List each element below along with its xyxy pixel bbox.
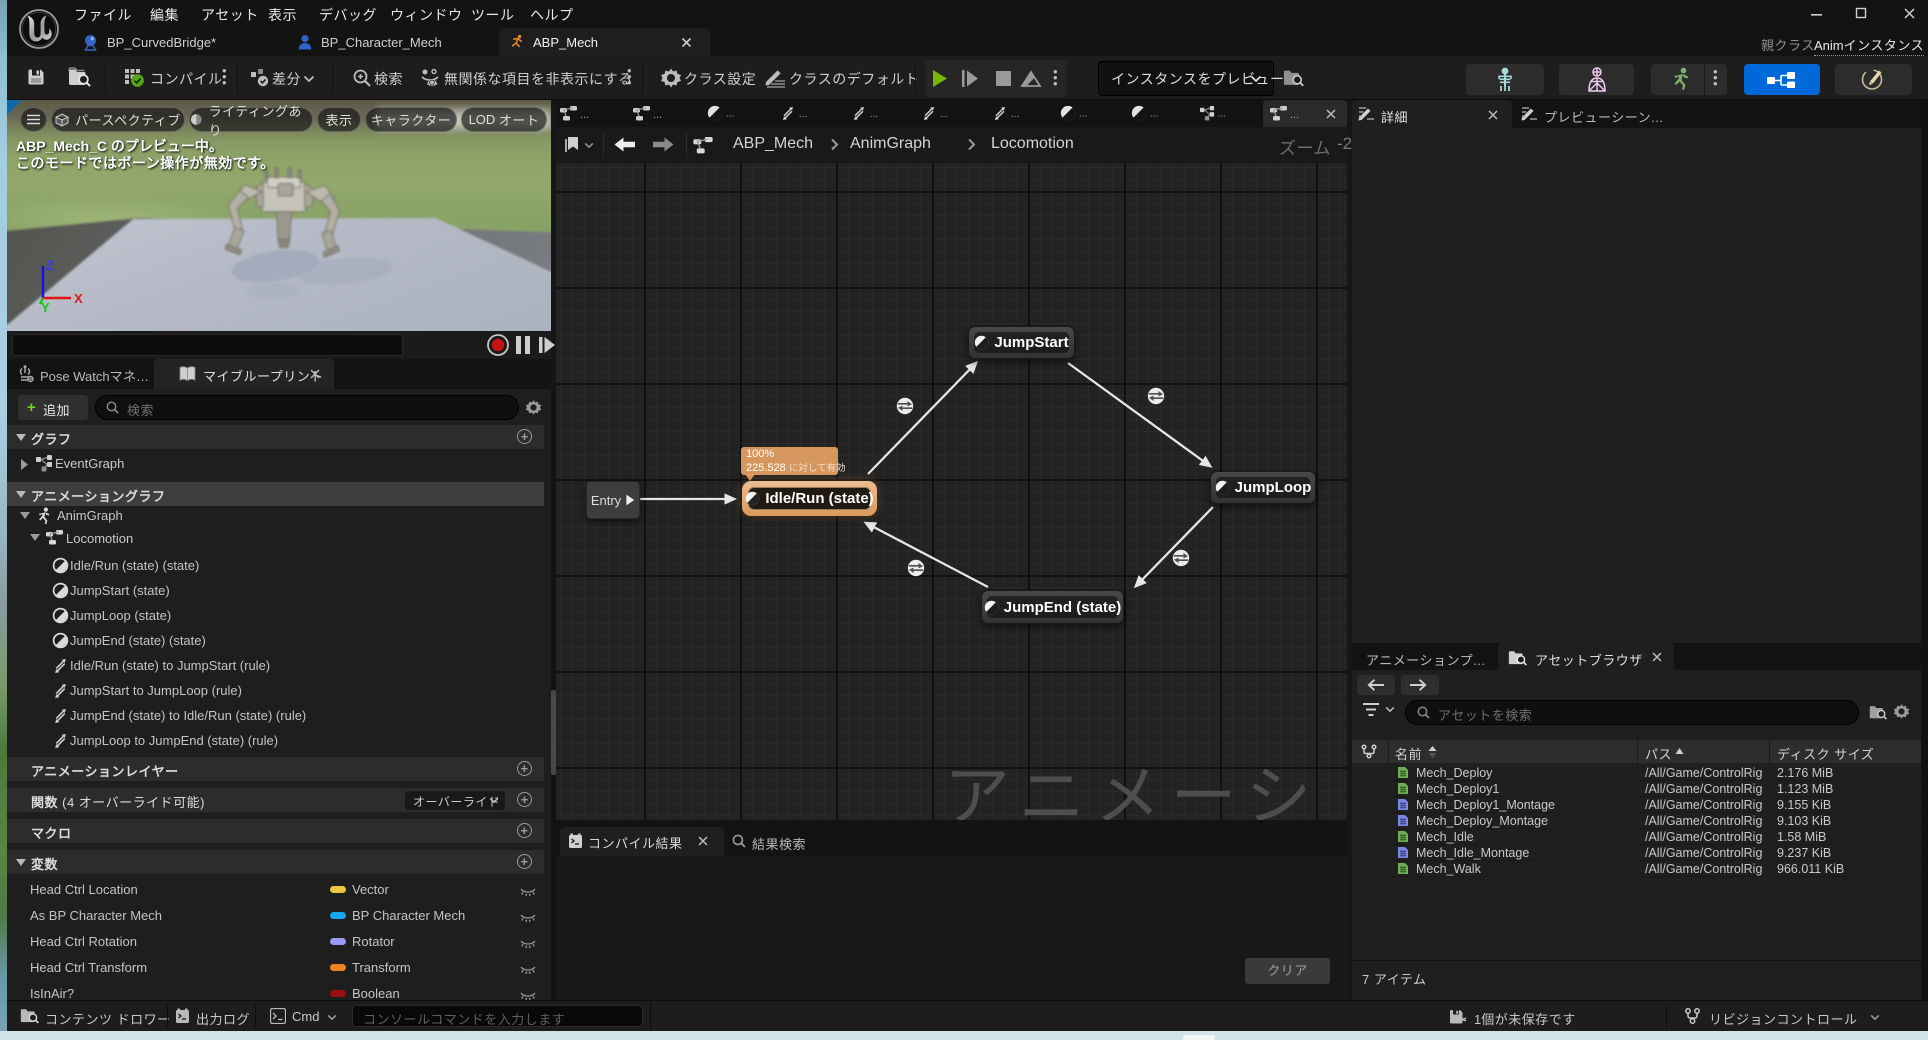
svg-text:...: ... xyxy=(726,108,735,119)
svg-text:...: ... xyxy=(1079,108,1088,119)
svg-text:...: ... xyxy=(1150,108,1159,119)
svg-text:...: ... xyxy=(653,109,662,121)
svg-text:...: ... xyxy=(580,109,589,121)
svg-text:X: X xyxy=(74,291,83,306)
svg-text:Z: Z xyxy=(46,258,54,273)
svg-text:...: ... xyxy=(870,109,879,120)
svg-text:Y: Y xyxy=(41,300,50,313)
svg-text:...: ... xyxy=(940,109,949,120)
svg-text:...: ... xyxy=(799,109,808,120)
svg-text:...: ... xyxy=(1218,109,1226,120)
svg-text:...: ... xyxy=(1011,109,1020,120)
svg-text:...: ... xyxy=(1290,109,1299,121)
